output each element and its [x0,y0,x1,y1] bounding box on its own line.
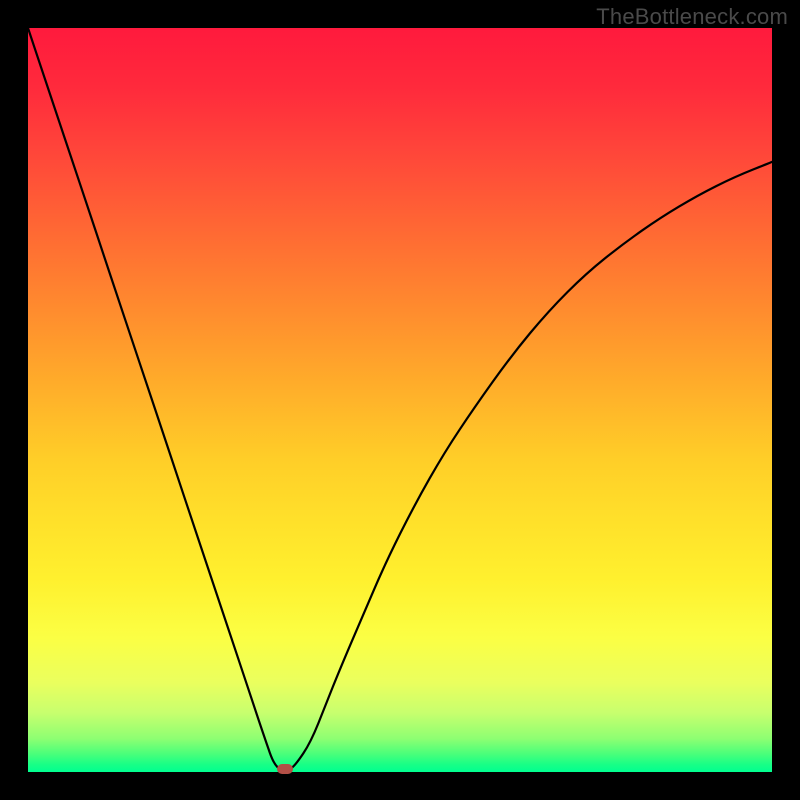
optimal-point-marker [277,764,293,774]
watermark-text: TheBottleneck.com [596,4,788,30]
bottleneck-curve-svg [28,28,772,772]
plot-area [28,28,772,772]
chart-frame: TheBottleneck.com [0,0,800,800]
bottleneck-curve-path [28,28,772,771]
